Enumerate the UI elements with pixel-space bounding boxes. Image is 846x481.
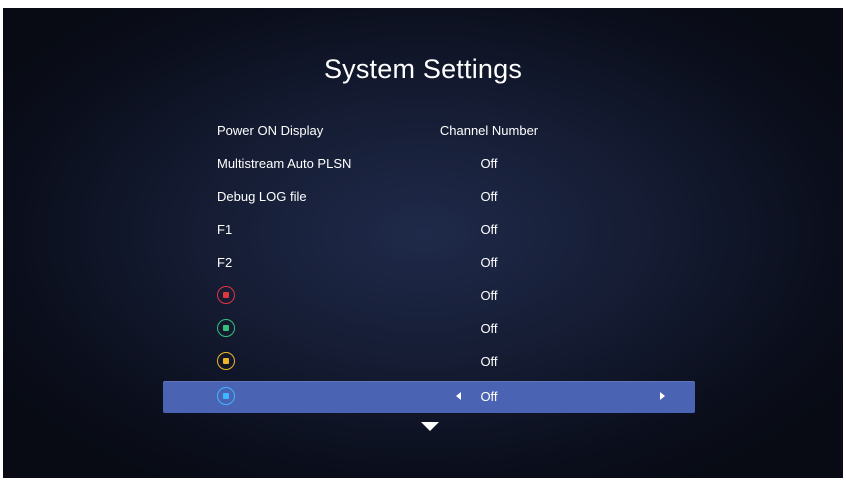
setting-label: F2 xyxy=(217,255,233,270)
setting-value: Channel Number xyxy=(439,123,539,138)
setting-label: Multistream Auto PLSN xyxy=(217,156,352,171)
setting-label: F1 xyxy=(217,222,233,237)
setting-value: Off xyxy=(480,389,498,404)
green-button-dot xyxy=(223,325,229,331)
red-button-dot xyxy=(223,292,229,298)
tv-screen: System Settings Power ON Display Channel… xyxy=(3,8,843,478)
blue-button-dot xyxy=(223,393,229,399)
setting-value: Off xyxy=(480,222,498,237)
setting-value: Off xyxy=(480,189,498,204)
scroll-down-arrow-icon[interactable] xyxy=(421,422,439,431)
setting-row-yellow-key[interactable]: Off xyxy=(163,346,695,378)
setting-row-green-key[interactable]: Off xyxy=(163,313,695,345)
red-button-icon xyxy=(217,286,235,304)
setting-label: Debug LOG file xyxy=(217,189,307,204)
setting-row-blue-key[interactable]: Off xyxy=(163,381,695,413)
setting-row-debug-log-file[interactable]: Debug LOG file Off xyxy=(163,181,695,213)
green-button-icon xyxy=(217,319,235,337)
setting-value: Off xyxy=(480,321,498,336)
yellow-button-icon xyxy=(217,352,235,370)
setting-value: Off xyxy=(480,156,498,171)
setting-value: Off xyxy=(480,255,498,270)
setting-row-f2[interactable]: F2 Off xyxy=(163,247,695,279)
setting-value: Off xyxy=(480,354,498,369)
right-arrow-icon[interactable] xyxy=(660,392,665,400)
setting-row-red-key[interactable]: Off xyxy=(163,280,695,312)
page-title: System Settings xyxy=(323,54,523,84)
yellow-button-dot xyxy=(223,358,229,364)
blue-button-icon xyxy=(217,387,235,405)
setting-row-multistream-auto-plsn[interactable]: Multistream Auto PLSN Off xyxy=(163,148,695,180)
setting-row-power-on-display[interactable]: Power ON Display Channel Number xyxy=(163,115,695,147)
setting-label: Power ON Display xyxy=(217,123,324,138)
setting-value: Off xyxy=(480,288,498,303)
setting-row-f1[interactable]: F1 Off xyxy=(163,214,695,246)
